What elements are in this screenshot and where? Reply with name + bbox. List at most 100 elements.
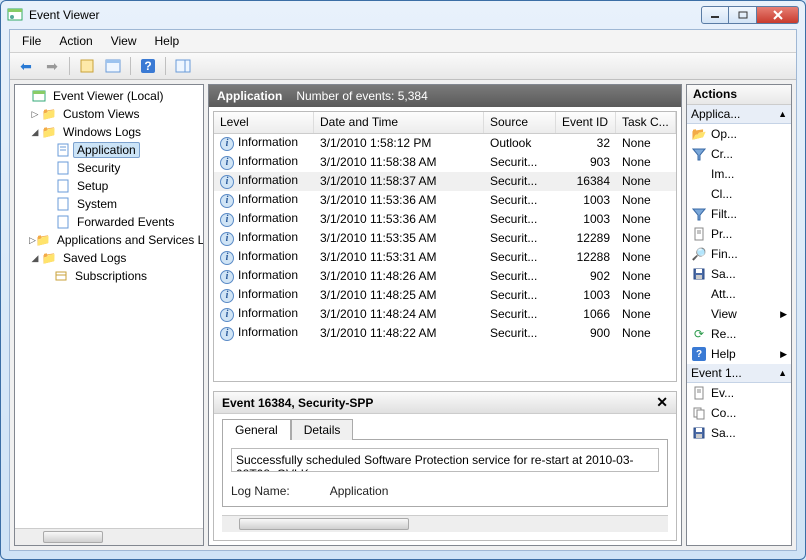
action-item[interactable]: Sa... — [687, 264, 791, 284]
tree-pane: Event Viewer (Local) ▷ 📁 Custom Views ◢ … — [14, 84, 204, 546]
info-icon: i — [220, 156, 234, 170]
action-item[interactable]: Cr... — [687, 144, 791, 164]
tree-saved-logs[interactable]: ◢ 📁 Saved Logs — [17, 249, 201, 267]
forward-button[interactable]: ➡ — [40, 55, 64, 77]
action-item[interactable]: Filt... — [687, 204, 791, 224]
tree[interactable]: Event Viewer (Local) ▷ 📁 Custom Views ◢ … — [15, 85, 203, 528]
center-count: Number of events: 5,384 — [296, 89, 427, 103]
find-icon: 🔎 — [691, 246, 707, 262]
center-pane: Application Number of events: 5,384 Leve… — [208, 84, 682, 546]
log-icon — [55, 160, 71, 176]
action-item[interactable]: Ev... — [687, 383, 791, 403]
save-icon — [691, 266, 707, 282]
tree-root[interactable]: Event Viewer (Local) — [17, 87, 201, 105]
tree-apps-services[interactable]: ▷ 📁 Applications and Services Lo — [17, 231, 201, 249]
tree-application[interactable]: Application — [17, 141, 201, 159]
tree-hscroll[interactable] — [15, 528, 203, 545]
tab-general[interactable]: General — [222, 419, 291, 440]
detail-close[interactable]: ✕ — [656, 394, 668, 411]
action-item[interactable]: Im... — [687, 164, 791, 184]
action-item[interactable]: ⟳Re... — [687, 324, 791, 344]
actions-section-app[interactable]: Applica...▲ — [687, 105, 791, 124]
center-title: Application — [217, 89, 282, 103]
tree-custom-views[interactable]: ▷ 📁 Custom Views — [17, 105, 201, 123]
titlebar[interactable]: Event Viewer — [1, 1, 805, 29]
tab-details[interactable]: Details — [291, 419, 354, 440]
table-row[interactable]: iInformation3/1/2010 11:48:25 AMSecurit.… — [214, 286, 676, 305]
logname-label: Log Name: — [231, 484, 290, 498]
info-icon: i — [220, 270, 234, 284]
maximize-button[interactable] — [729, 6, 757, 24]
col-level[interactable]: Level — [214, 112, 314, 133]
menu-help[interactable]: Help — [147, 32, 188, 50]
table-row[interactable]: iInformation3/1/2010 1:58:12 PMOutlook32… — [214, 134, 676, 153]
menu-file[interactable]: File — [14, 32, 49, 50]
tree-subscriptions[interactable]: Subscriptions — [17, 267, 201, 285]
close-button[interactable] — [757, 6, 799, 24]
info-icon: i — [220, 327, 234, 341]
back-button[interactable]: ⬅ — [14, 55, 38, 77]
grid-body[interactable]: iInformation3/1/2010 1:58:12 PMOutlook32… — [214, 134, 676, 381]
event-message: Successfully scheduled Software Protecti… — [231, 448, 659, 472]
app-window: Event Viewer File Action View Help ⬅ ➡ ? — [0, 0, 806, 560]
action-item[interactable]: Pr... — [687, 224, 791, 244]
tree-security[interactable]: Security — [17, 159, 201, 177]
funnel-icon — [691, 146, 707, 162]
table-row[interactable]: iInformation3/1/2010 11:48:22 AMSecurit.… — [214, 324, 676, 343]
col-date[interactable]: Date and Time — [314, 112, 484, 133]
show-tree-button[interactable] — [75, 55, 99, 77]
col-eventid[interactable]: Event ID — [556, 112, 616, 133]
info-icon: i — [220, 289, 234, 303]
action-item[interactable]: Cl... — [687, 184, 791, 204]
detail-hscroll[interactable] — [222, 515, 668, 532]
info-icon: i — [220, 175, 234, 189]
action-item[interactable]: 📂Op... — [687, 124, 791, 144]
action-item[interactable]: Co... — [687, 403, 791, 423]
help-button[interactable]: ? — [136, 55, 160, 77]
refresh-icon: ⟳ — [691, 326, 707, 342]
col-task[interactable]: Task C... — [616, 112, 676, 133]
actions-section-event[interactable]: Event 1...▲ — [687, 364, 791, 383]
blank-icon — [691, 306, 707, 322]
tree-forwarded[interactable]: Forwarded Events — [17, 213, 201, 231]
folder-icon: 📂 — [691, 126, 707, 142]
table-row[interactable]: iInformation3/1/2010 11:58:37 AMSecurit.… — [214, 172, 676, 191]
copy-icon — [691, 405, 707, 421]
folder-icon: 📁 — [41, 124, 57, 140]
minimize-button[interactable] — [701, 6, 729, 24]
properties-button[interactable] — [101, 55, 125, 77]
action-item[interactable]: 🔎Fin... — [687, 244, 791, 264]
logname-value: Application — [330, 484, 389, 498]
help-icon: ? — [691, 346, 707, 362]
table-row[interactable]: iInformation3/1/2010 11:53:35 AMSecurit.… — [214, 229, 676, 248]
info-icon: i — [220, 194, 234, 208]
tree-setup[interactable]: Setup — [17, 177, 201, 195]
table-row[interactable]: iInformation3/1/2010 11:53:36 AMSecurit.… — [214, 210, 676, 229]
action-item[interactable]: ?Help▶ — [687, 344, 791, 364]
actions-header: Actions — [687, 85, 791, 105]
detail-panel: Event 16384, Security-SPP ✕ General Deta… — [213, 391, 677, 541]
table-row[interactable]: iInformation3/1/2010 11:53:36 AMSecurit.… — [214, 191, 676, 210]
menu-view[interactable]: View — [103, 32, 145, 50]
table-row[interactable]: iInformation3/1/2010 11:48:24 AMSecurit.… — [214, 305, 676, 324]
tree-windows-logs[interactable]: ◢ 📁 Windows Logs — [17, 123, 201, 141]
subscriptions-icon — [53, 268, 69, 284]
info-icon: i — [220, 251, 234, 265]
info-icon: i — [220, 137, 234, 151]
info-icon: i — [220, 308, 234, 322]
action-item[interactable]: View▶ — [687, 304, 791, 324]
folder-icon: 📁 — [41, 250, 57, 266]
table-row[interactable]: iInformation3/1/2010 11:53:31 AMSecurit.… — [214, 248, 676, 267]
log-icon — [55, 196, 71, 212]
table-row[interactable]: iInformation3/1/2010 11:48:26 AMSecurit.… — [214, 267, 676, 286]
funnel-icon — [691, 206, 707, 222]
panel-button[interactable] — [171, 55, 195, 77]
action-item[interactable]: Att... — [687, 284, 791, 304]
page-icon — [691, 226, 707, 242]
table-row[interactable]: iInformation3/1/2010 11:58:38 AMSecurit.… — [214, 153, 676, 172]
grid-header[interactable]: Level Date and Time Source Event ID Task… — [214, 112, 676, 134]
tree-system[interactable]: System — [17, 195, 201, 213]
col-source[interactable]: Source — [484, 112, 556, 133]
action-item[interactable]: Sa... — [687, 423, 791, 443]
menu-action[interactable]: Action — [51, 32, 100, 50]
